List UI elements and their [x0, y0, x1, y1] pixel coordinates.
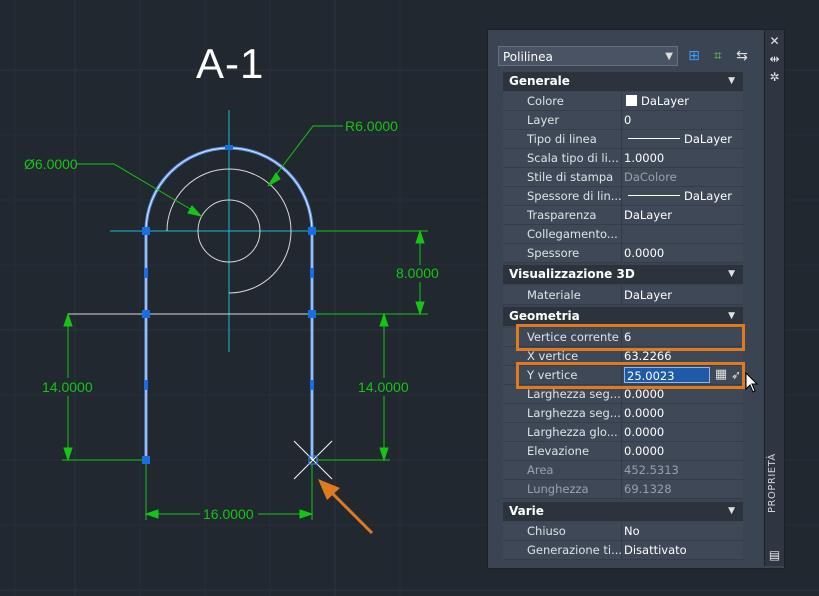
geometry — [68, 168, 392, 315]
close-icon[interactable]: ✕ — [765, 34, 784, 48]
dim-vertical-right-top-label: 8.0000 — [396, 265, 439, 281]
collapse-icon: ▼ — [728, 269, 735, 279]
dimensions — [62, 125, 428, 520]
palette-icon[interactable]: ▤ — [765, 548, 784, 562]
add-selection-icon[interactable]: ⊞ — [685, 47, 703, 65]
object-type-dropdown[interactable]: Polilinea ▼ — [498, 46, 678, 66]
section-varie[interactable]: Varie ▼ — [503, 502, 743, 521]
drawing-title: A-1 — [196, 40, 265, 87]
dim-vertical-right-label: 14.0000 — [358, 379, 409, 395]
prop-row-scala-tipo-linea[interactable]: Scala tipo di li... 1.0000 — [503, 149, 743, 168]
palette-title: PROPRIETÀ — [767, 453, 778, 513]
quick-select-icon[interactable]: ⌗ — [709, 47, 727, 65]
properties-menu-icon[interactable]: ✲ — [765, 70, 784, 84]
dim-vertical-left-label: 14.0000 — [42, 379, 93, 395]
prop-row-colore[interactable]: Colore DaLayer — [503, 92, 743, 111]
prop-row-area[interactable]: Area 452.5313 — [503, 461, 743, 480]
prop-row-stile-stampa[interactable]: Stile di stampa DaColore — [503, 168, 743, 187]
color-swatch-icon — [626, 95, 637, 106]
pick-point-icon[interactable]: ➶ — [730, 367, 742, 383]
prop-row-layer[interactable]: Layer 0 — [503, 111, 743, 130]
prop-row-larghezza-seg-finale[interactable]: Larghezza seg... 0.0000 — [503, 404, 743, 423]
dim-horizontal-bottom-label: 16.0000 — [203, 506, 254, 522]
linetype-sample-icon — [628, 138, 680, 139]
dim-radius-label: R6.0000 — [345, 118, 398, 134]
prop-row-y-vertice[interactable]: Y vertice 25.0023 ▦ ➶ — [503, 366, 743, 385]
prop-row-lunghezza[interactable]: Lunghezza 69.1328 — [503, 480, 743, 499]
collapse-icon: ▼ — [728, 311, 735, 321]
section-generale[interactable]: Generale ▼ — [503, 72, 743, 91]
prop-row-larghezza-seg-iniziale[interactable]: Larghezza seg... 0.0000 — [503, 385, 743, 404]
prop-row-vertice-corrente[interactable]: Vertice corrente 6 — [503, 328, 743, 347]
prop-row-materiale[interactable]: Materiale DaLayer — [503, 286, 743, 305]
section-geometria[interactable]: Geometria ▼ — [503, 307, 743, 326]
lineweight-sample-icon — [628, 195, 680, 196]
prop-row-spessore[interactable]: Spessore 0.0000 — [503, 244, 743, 263]
autohide-icon[interactable]: ⇹ — [765, 52, 784, 66]
prop-row-elevazione[interactable]: Elevazione 0.0000 — [503, 442, 743, 461]
prop-row-generazione-tipo-linea[interactable]: Generazione ti... Disattivato — [503, 541, 743, 560]
prop-row-larghezza-globale[interactable]: Larghezza glo... 0.0000 — [503, 423, 743, 442]
calculator-icon[interactable]: ▦ — [714, 367, 728, 383]
prop-row-chiuso[interactable]: Chiuso No — [503, 522, 743, 541]
collapse-icon: ▼ — [728, 76, 735, 86]
chevron-down-icon: ▼ — [665, 51, 673, 62]
prop-row-collegamento[interactable]: Collegamento... — [503, 225, 743, 244]
y-vertex-input[interactable]: 25.0023 — [624, 367, 710, 383]
prop-row-spessore-linea[interactable]: Spessore di lin... DaLayer — [503, 187, 743, 206]
toggle-pickadd-icon[interactable]: ⇆ — [733, 47, 751, 65]
mouse-pointer-icon — [745, 372, 759, 393]
prop-row-x-vertice[interactable]: X vertice 63.2266 — [503, 347, 743, 366]
prop-row-tipo-linea[interactable]: Tipo di linea DaLayer — [503, 130, 743, 149]
section-visualizzazione-3d[interactable]: Visualizzazione 3D ▼ — [503, 265, 743, 284]
dim-diameter-label: Ø6.0000 — [24, 156, 78, 172]
dimension-labels: R6.0000 Ø6.0000 8.0000 14.0000 14.0000 1… — [24, 118, 439, 522]
object-type-value: Polilinea — [503, 50, 553, 64]
collapse-icon: ▼ — [728, 506, 735, 516]
prop-row-trasparenza[interactable]: Trasparenza DaLayer — [503, 206, 743, 225]
